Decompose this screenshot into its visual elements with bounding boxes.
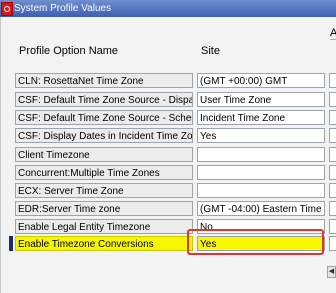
site-value-field[interactable] (197, 147, 325, 162)
scroll-left-arrow-icon[interactable]: ◀ (327, 266, 336, 278)
table-row: Client Timezone (0, 147, 336, 164)
table-row: CSF: Default Time Zone Source - Schedule… (0, 110, 336, 127)
current-record-indicator[interactable] (9, 236, 13, 251)
profile-option-name-cell[interactable]: ECX: Server Time Zone (15, 183, 193, 198)
profile-option-name-cell[interactable]: EDR:Server Time zone (15, 201, 193, 216)
oracle-logo-icon (1, 2, 13, 16)
application-value-field[interactable] (329, 236, 336, 251)
application-value-field[interactable] (329, 147, 336, 162)
annotation-highlight-box (187, 229, 324, 255)
application-value-field[interactable] (329, 201, 336, 216)
profile-option-name-cell[interactable]: Enable Timezone Conversions (15, 236, 193, 251)
column-header-site: Site (201, 45, 220, 57)
column-header-divider (330, 39, 336, 40)
table-row: ECX: Server Time Zone (0, 183, 336, 200)
column-header-application-partial: A (330, 27, 336, 39)
profile-option-name-cell[interactable]: CSF: Default Time Zone Source - Dispatch (15, 92, 193, 107)
application-value-field[interactable] (329, 92, 336, 107)
table-row: CLN: RosettaNet Time Zone (GMT +00:00) G… (0, 73, 336, 90)
site-value-field[interactable] (197, 183, 325, 198)
table-row: EDR:Server Time zone (GMT -04:00) Easter… (0, 201, 336, 218)
site-value-field[interactable] (197, 165, 325, 180)
application-value-field[interactable] (329, 73, 336, 88)
site-value-field[interactable]: (GMT +00:00) GMT (197, 73, 325, 88)
table-row: CSF: Display Dates in Incident Time Zone… (0, 128, 336, 145)
site-value-field[interactable]: Yes (197, 128, 325, 143)
profile-option-name-cell[interactable]: Enable Legal Entity Timezone (15, 219, 193, 234)
profile-option-name-cell[interactable]: Client Timezone (15, 147, 193, 162)
window-title: System Profile Values (14, 3, 112, 14)
window-titlebar: System Profile Values (0, 0, 336, 17)
application-value-field[interactable] (329, 219, 336, 234)
application-value-field[interactable] (329, 165, 336, 180)
application-value-field[interactable] (329, 183, 336, 198)
table-row: Concurrent:Multiple Time Zones (0, 165, 336, 182)
profile-option-name-cell[interactable]: CSF: Display Dates in Incident Time Zone (15, 128, 193, 143)
application-value-field[interactable] (329, 110, 336, 125)
profile-option-name-cell[interactable]: Concurrent:Multiple Time Zones (15, 165, 193, 180)
column-header-profile-option-name: Profile Option Name (19, 45, 119, 57)
site-value-field[interactable]: Incident Time Zone (197, 110, 325, 125)
profile-option-name-cell[interactable]: CSF: Default Time Zone Source - Schedule (15, 110, 193, 125)
application-value-field[interactable] (329, 128, 336, 143)
table-row: CSF: Default Time Zone Source - Dispatch… (0, 92, 336, 109)
site-value-field[interactable]: (GMT -04:00) Eastern Time (197, 201, 325, 216)
site-value-field[interactable]: User Time Zone (197, 92, 325, 107)
profile-option-name-cell[interactable]: CLN: RosettaNet Time Zone (15, 73, 193, 88)
